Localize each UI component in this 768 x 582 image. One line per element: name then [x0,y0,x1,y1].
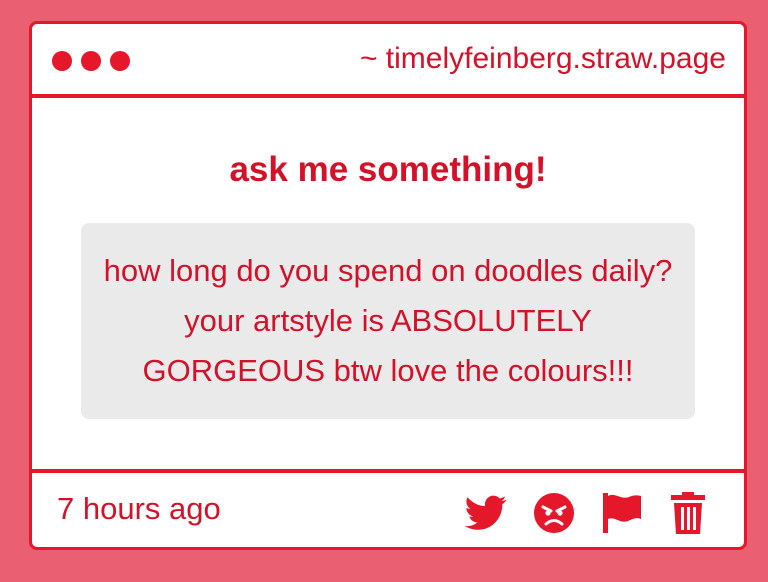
window-titlebar: ~ timelyfeinberg.straw.page [32,24,744,98]
page-url: ~ timelyfeinberg.straw.page [359,42,726,75]
trash-icon [671,492,705,534]
flag-icon [603,493,641,533]
window-dot-1 [52,51,72,71]
report-button[interactable] [600,491,644,535]
block-user-button[interactable] [532,491,576,535]
card-footer: 7 hours ago [32,469,744,547]
question-text: how long do you spend on doodles daily? … [103,253,673,388]
window-dot-3 [110,51,130,71]
window-dot-2 [81,51,101,71]
window-controls [52,51,130,71]
delete-button[interactable] [666,491,710,535]
angry-face-icon [534,493,574,533]
ask-window: ~ timelyfeinberg.straw.page ask me somet… [29,21,747,550]
action-bar [32,473,744,547]
page-title: ask me something! [229,150,547,189]
twitter-bird-icon [465,495,507,530]
question-card: how long do you spend on doodles daily? … [81,223,695,419]
share-twitter-button[interactable] [464,491,508,535]
question-content: ask me something! how long do you spend … [32,98,744,469]
